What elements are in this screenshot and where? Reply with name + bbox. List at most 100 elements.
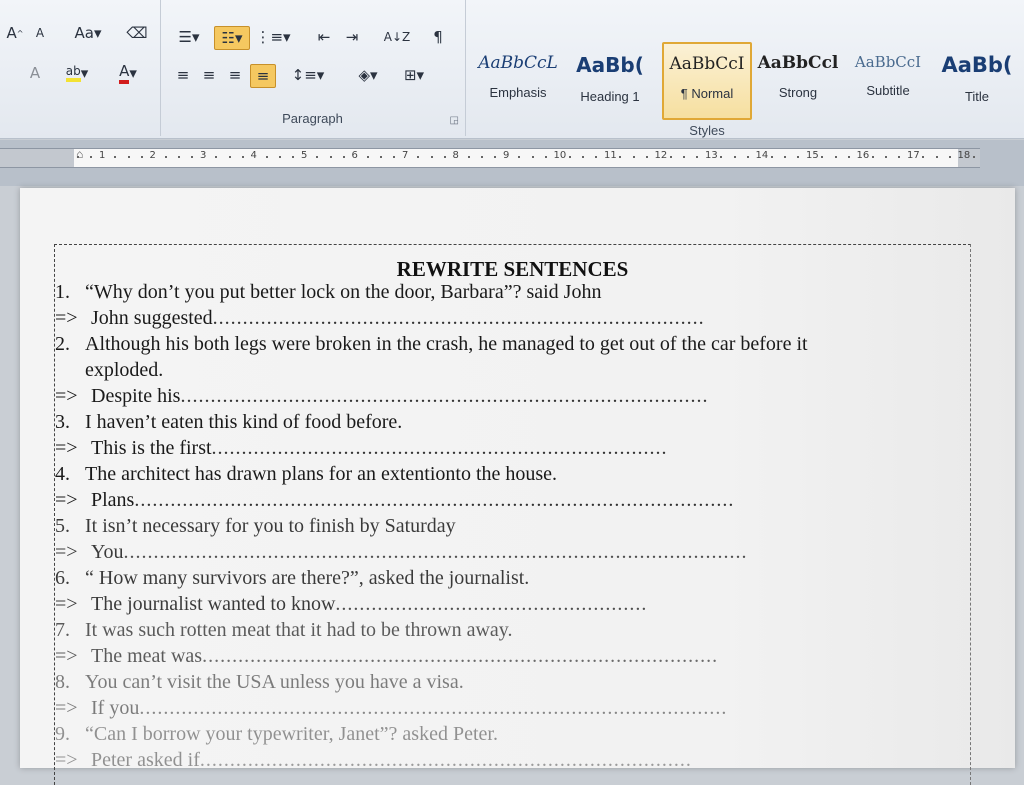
answer-prompt[interactable]: => You...................................… bbox=[55, 541, 747, 564]
arrow-icon: => bbox=[55, 697, 78, 719]
arrow-icon: => bbox=[55, 489, 78, 511]
show-hide-button[interactable]: ¶ bbox=[426, 26, 450, 48]
item-number: 1. bbox=[55, 281, 70, 303]
ruler-number: 17 bbox=[907, 150, 920, 161]
highlight-color-button[interactable]: ab ▾ bbox=[60, 62, 94, 84]
style-subtitle[interactable]: AaBbCcI Subtitle bbox=[844, 42, 932, 118]
sort-button[interactable]: A↓Z bbox=[382, 26, 412, 48]
ruler-tick bbox=[784, 156, 786, 158]
ruler-number: 12 bbox=[654, 150, 668, 161]
paragraph-group-label: Paragraph bbox=[282, 111, 343, 126]
font-group: A ^ A Aa ▾ ⌫ A ab ▾ A ▾ bbox=[0, 0, 161, 136]
line-spacing-button[interactable]: ↕≡ ▾ bbox=[290, 64, 326, 86]
sentence-text: It was such rotten meat that it had to b… bbox=[85, 619, 513, 641]
text-effects-icon: A bbox=[29, 64, 41, 82]
arrow-icon: => bbox=[55, 593, 78, 615]
text-effects-button[interactable]: A bbox=[22, 62, 48, 84]
answer-prompt[interactable]: => The meat was..........................… bbox=[55, 645, 718, 668]
shading-button[interactable]: ◈ ▾ bbox=[350, 64, 386, 86]
ruler-number: 4 bbox=[250, 150, 257, 161]
answer-prompt[interactable]: => John suggested........................… bbox=[55, 307, 705, 330]
decrease-indent-button[interactable]: ⇤ bbox=[312, 26, 336, 48]
ruler-left-margin bbox=[0, 149, 74, 167]
arrow-icon: => bbox=[55, 385, 78, 407]
bullets-button[interactable]: ☰ ▾ bbox=[172, 26, 206, 48]
prompt-text: You bbox=[91, 541, 124, 563]
answer-prompt[interactable]: => If you................................… bbox=[55, 697, 727, 720]
numbering-button[interactable]: ☷ ▾ bbox=[214, 26, 250, 50]
ruler-tick bbox=[645, 156, 648, 158]
align-center-icon: ≡ bbox=[202, 66, 216, 84]
borders-button[interactable]: ⊞ ▾ bbox=[396, 64, 432, 86]
answer-blank[interactable]: ........................................… bbox=[134, 489, 734, 511]
ruler-tick bbox=[683, 156, 685, 158]
exercise-sentence: 4. The architect has drawn plans for an e… bbox=[55, 463, 557, 486]
item-number: 7. bbox=[55, 619, 70, 641]
ruler-tick bbox=[948, 156, 951, 158]
ruler-number: 11 bbox=[604, 150, 617, 161]
shrink-font-button[interactable]: A bbox=[30, 22, 50, 44]
answer-blank[interactable]: ........................................… bbox=[213, 307, 705, 329]
arrow-icon: => bbox=[55, 437, 78, 459]
style-emphasis[interactable]: AaBbCcL Emphasis bbox=[474, 42, 562, 118]
ruler-tick bbox=[380, 156, 382, 158]
multilevel-list-button[interactable]: ⋮≡ ▾ bbox=[255, 26, 290, 48]
prompt-text: The journalist wanted to know bbox=[91, 593, 336, 615]
justify-button[interactable]: ≡ bbox=[250, 64, 276, 88]
align-right-button[interactable]: ≡ bbox=[224, 64, 246, 86]
ruler-number: 10 bbox=[553, 150, 567, 161]
exercise-sentence: 7. It was such rotten meat that it had to… bbox=[55, 619, 512, 642]
arrow-icon: => bbox=[55, 749, 78, 771]
change-case-button[interactable]: Aa ▾ bbox=[70, 22, 106, 44]
style-heading-1[interactable]: AaBb( Heading 1 bbox=[566, 42, 654, 118]
ruler-strip[interactable]: ⌂ 1 2 3 4 5 6 7 8 9 10 11 12 13 14 15 16 17 18 bbox=[0, 147, 980, 168]
align-center-button[interactable]: ≡ bbox=[198, 64, 220, 86]
ruler-tick bbox=[582, 156, 584, 158]
ruler-number: 9 bbox=[503, 150, 510, 161]
clear-formatting-button[interactable]: ⌫ bbox=[124, 22, 150, 44]
exercise-sentence: 2. Although his both legs were broken in … bbox=[55, 333, 808, 356]
answer-blank[interactable]: ........................................… bbox=[335, 593, 647, 615]
answer-blank[interactable]: ........................................… bbox=[180, 385, 708, 407]
decrease-indent-icon: ⇤ bbox=[317, 28, 331, 46]
style-normal[interactable]: AaBbCcI ¶ Normal bbox=[662, 42, 752, 120]
paint-bucket-icon: ◈ bbox=[358, 66, 370, 84]
ruler-tick bbox=[481, 156, 483, 158]
style-strong[interactable]: AaBbCcl Strong bbox=[754, 42, 842, 118]
item-number: 8. bbox=[55, 671, 70, 693]
indent-marker-icon[interactable]: ⌂ bbox=[76, 147, 83, 161]
document-page[interactable]: REWRITE SENTENCES 1. “Why don’t you put b… bbox=[20, 188, 1015, 785]
font-color-button[interactable]: A ▾ bbox=[108, 62, 148, 84]
ruler-tick bbox=[279, 156, 281, 158]
answer-blank[interactable]: ........................................… bbox=[212, 437, 668, 459]
align-left-button[interactable]: ≡ bbox=[172, 64, 194, 86]
ruler-tick bbox=[140, 156, 143, 158]
answer-blank[interactable]: ........................................… bbox=[139, 697, 727, 719]
answer-prompt[interactable]: => Peter asked if........................… bbox=[55, 749, 692, 772]
answer-blank[interactable]: ........................................… bbox=[202, 645, 718, 667]
style-title[interactable]: AaBb( Title bbox=[934, 42, 1020, 118]
ruler-tick bbox=[669, 156, 672, 158]
sentence-text: “Can I borrow your typewriter, Janet”? a… bbox=[85, 723, 498, 745]
ruler-tick bbox=[90, 156, 92, 158]
exercise-sentence: 6. “ How many survivors are there?”, aske… bbox=[55, 567, 529, 590]
exercise-sentence: 8. You can’t visit the USA unless you hav… bbox=[55, 671, 464, 694]
ruler-tick bbox=[834, 156, 837, 158]
answer-prompt[interactable]: => This is the first.....................… bbox=[55, 437, 668, 460]
sentence-text: Although his both legs were broken in th… bbox=[85, 333, 808, 355]
shrink-font-label: A bbox=[35, 26, 45, 40]
arrow-icon: => bbox=[55, 541, 78, 563]
style-name: Title bbox=[964, 89, 990, 104]
sort-icon: A↓Z bbox=[383, 30, 411, 44]
answer-prompt[interactable]: => Plans.................................… bbox=[55, 489, 734, 512]
text-box[interactable]: REWRITE SENTENCES 1. “Why don’t you put b… bbox=[54, 244, 971, 785]
answer-blank[interactable]: ........................................… bbox=[123, 541, 747, 563]
horizontal-ruler[interactable]: ⌂ 1 2 3 4 5 6 7 8 9 10 11 12 13 14 15 16 17 18 bbox=[0, 140, 1024, 186]
ruler-tick bbox=[797, 156, 799, 158]
grow-font-button[interactable]: A ^ bbox=[4, 22, 26, 44]
prompt-text: Despite his bbox=[91, 385, 181, 407]
answer-prompt[interactable]: => The journalist wanted to know.........… bbox=[55, 593, 647, 616]
increase-indent-button[interactable]: ⇥ bbox=[340, 26, 364, 48]
ruler-tick bbox=[393, 156, 395, 158]
answer-prompt[interactable]: => Despite his...........................… bbox=[55, 385, 708, 408]
